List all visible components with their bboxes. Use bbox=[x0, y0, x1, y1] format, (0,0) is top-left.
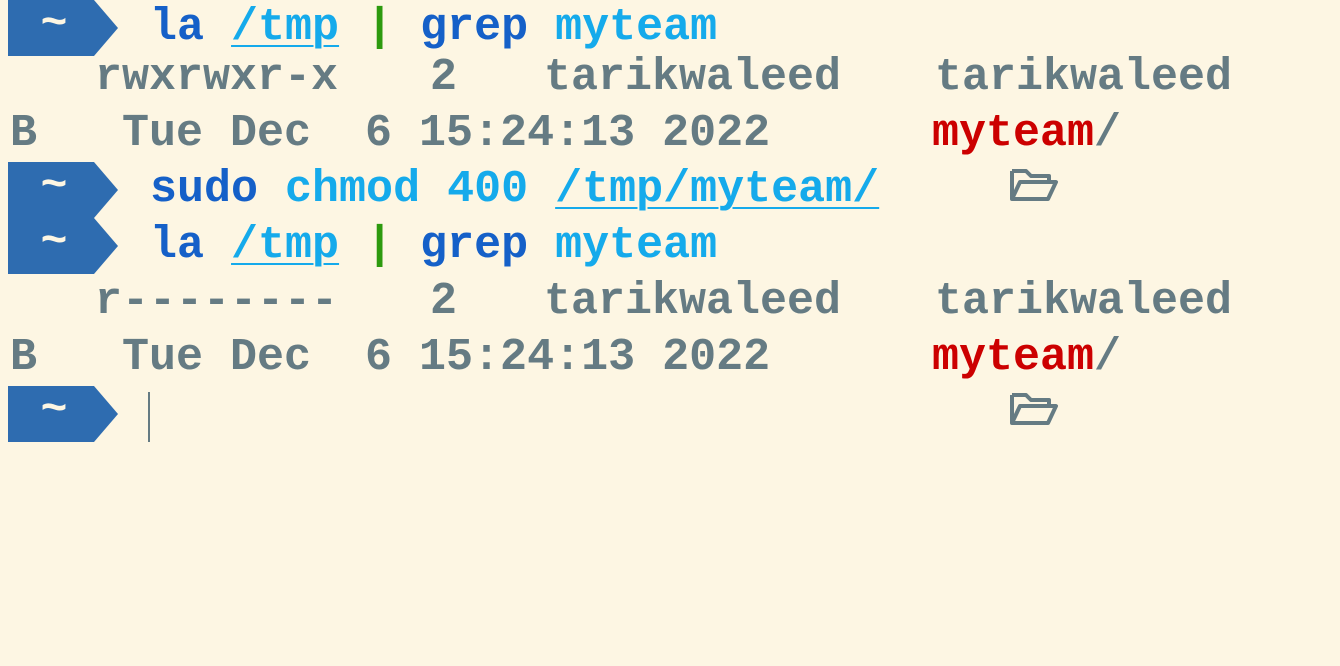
command-filter-arg: myteam bbox=[555, 2, 718, 53]
prompt-badge: ~ bbox=[8, 386, 118, 442]
listing-perms: rwxrwxr-x bbox=[95, 52, 339, 103]
listing-row: r-------- 2 tarikwaleed tarikwaleed bbox=[0, 274, 1232, 330]
prompt-dir: ~ bbox=[40, 0, 68, 50]
listing-links: 2 bbox=[430, 276, 458, 327]
command-text: la /tmp | grep myteam bbox=[150, 0, 717, 56]
listing-group: tarikwaleed bbox=[935, 52, 1233, 103]
command-text: sudo chmod 400 /tmp/myteam/ bbox=[150, 162, 879, 218]
command-path: /tmp bbox=[231, 220, 340, 271]
command-program: la bbox=[150, 220, 205, 271]
command-path: /tmp/myteam/ bbox=[555, 164, 880, 215]
listing-suffix: / bbox=[1094, 108, 1122, 159]
prompt-badge: ~ bbox=[8, 162, 118, 218]
listing-owner: tarikwaleed bbox=[544, 52, 842, 103]
prompt-badge: ~ bbox=[8, 0, 118, 56]
prompt-line: ~ la /tmp | grep myteam bbox=[0, 0, 717, 56]
listing-suffix: / bbox=[1094, 332, 1122, 383]
listing-size: B bbox=[10, 108, 38, 159]
listing-date: Tue Dec 6 15:24:13 2022 bbox=[122, 332, 771, 383]
listing-row-cont: B Tue Dec 6 15:24:13 2022 myteam/ bbox=[0, 106, 1121, 202]
text-cursor[interactable] bbox=[148, 392, 150, 442]
listing-date: Tue Dec 6 15:24:13 2022 bbox=[122, 108, 771, 159]
command-filter: grep bbox=[420, 220, 529, 271]
command-path: /tmp bbox=[231, 2, 340, 53]
listing-size: B bbox=[10, 332, 38, 383]
command-program: la bbox=[150, 2, 205, 53]
prompt-line: ~ la /tmp | grep myteam bbox=[0, 218, 717, 274]
command-text: la /tmp | grep myteam bbox=[150, 218, 717, 274]
prompt-dir: ~ bbox=[40, 385, 68, 436]
listing-row-cont: B Tue Dec 6 15:24:13 2022 myteam/ bbox=[0, 330, 1121, 426]
command-filter: grep bbox=[420, 2, 529, 53]
listing-name: myteam bbox=[932, 108, 1095, 159]
listing-owner: tarikwaleed bbox=[544, 276, 842, 327]
listing-links: 2 bbox=[430, 52, 458, 103]
command-filter-arg: myteam bbox=[555, 220, 718, 271]
listing-name-wrap: myteam/ bbox=[932, 330, 1121, 386]
prompt-dir: ~ bbox=[40, 161, 68, 212]
command-pipe: | bbox=[366, 2, 394, 53]
prompt-line: ~ sudo chmod 400 /tmp/myteam/ bbox=[0, 162, 879, 218]
prompt-badge: ~ bbox=[8, 218, 118, 274]
listing-group: tarikwaleed bbox=[935, 276, 1233, 327]
command-sub: chmod bbox=[285, 164, 421, 215]
command-mode: 400 bbox=[447, 164, 529, 215]
prompt-dir: ~ bbox=[40, 217, 68, 268]
listing-perms: r-------- bbox=[95, 276, 339, 327]
command-program: sudo bbox=[150, 164, 259, 215]
terminal-window[interactable]: ~ la /tmp | grep myteam rwxrwxr-x 2 tari… bbox=[0, 0, 1340, 442]
prompt-line: ~ bbox=[0, 386, 118, 442]
listing-row: rwxrwxr-x 2 tarikwaleed tarikwaleed bbox=[0, 50, 1232, 106]
listing-name: myteam bbox=[932, 332, 1095, 383]
command-pipe: | bbox=[366, 220, 394, 271]
listing-name-wrap: myteam/ bbox=[932, 106, 1121, 162]
